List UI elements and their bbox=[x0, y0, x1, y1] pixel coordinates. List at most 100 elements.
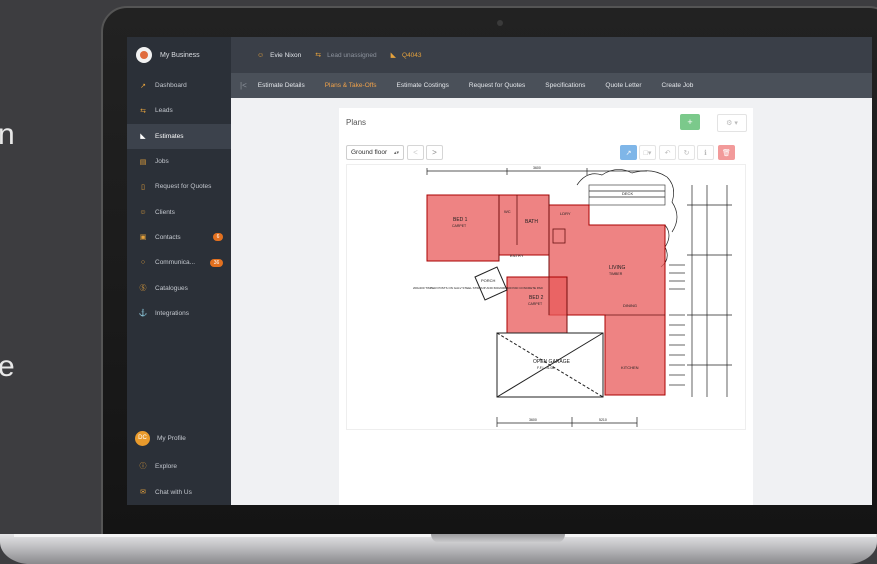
app-screen: My Business ↗ Dashboard ⇆ Leads ◣ Estima… bbox=[127, 37, 872, 505]
laptop-notch bbox=[431, 534, 565, 543]
add-plan-button[interactable]: + bbox=[680, 114, 700, 130]
plan-label-bed2: BED 2 bbox=[529, 295, 544, 301]
sidebar-item-estimates[interactable]: ◣ Estimates bbox=[127, 123, 231, 149]
sidebar-item-label: Estimates bbox=[155, 132, 184, 140]
tab-create-job[interactable]: Create Job bbox=[662, 82, 694, 89]
sidebar-item-label: Request for Quotes bbox=[155, 183, 212, 191]
sidebar-item-chat[interactable]: ✉ Chat with Us bbox=[127, 480, 231, 504]
sidebar-item-leads[interactable]: ⇆ Leads bbox=[127, 98, 231, 123]
plan-canvas[interactable]: BED 1 CARPET BATH WC LDRY ENTRY PORCH BE… bbox=[346, 164, 746, 430]
info-button[interactable]: ℹ bbox=[697, 145, 714, 160]
select-tool-button[interactable]: ↗ bbox=[620, 145, 637, 160]
lead-status-label: Lead unassigned bbox=[327, 51, 377, 59]
sidebar-item-integrations[interactable]: ⚓ Integrations bbox=[127, 301, 231, 326]
sidebar-item-jobs[interactable]: ▤ Jobs bbox=[127, 149, 231, 174]
arrows-icon: ⇆ bbox=[140, 107, 146, 115]
plan-label-bed1: BED 1 bbox=[453, 217, 468, 223]
plan-note: 200x200 TIMBER POSTS ON GALV STEEL STIRR… bbox=[413, 286, 544, 290]
plan-note-text: 200x200 TIMBER POSTS ON GALV STEEL STIRR… bbox=[413, 286, 544, 290]
brand[interactable]: My Business bbox=[127, 37, 231, 73]
communications-badge: 36 bbox=[210, 258, 223, 267]
estimate-code[interactable]: ◣ Q4043 bbox=[390, 51, 422, 60]
next-page-button[interactable]: > bbox=[426, 145, 443, 160]
lead-status[interactable]: ⇆ Lead unassigned bbox=[315, 51, 377, 60]
sidebar-item-explore[interactable]: ⓘ Explore bbox=[127, 454, 231, 478]
sidebar-item-dashboard[interactable]: ↗ Dashboard bbox=[127, 73, 231, 98]
sidebar-item-my-profile[interactable]: DC My Profile bbox=[127, 425, 231, 451]
plan-dim-top: 3600 bbox=[533, 166, 541, 170]
brand-logo bbox=[136, 47, 152, 63]
plan-label-wc: WC bbox=[504, 209, 511, 214]
client-link[interactable]: ☺ Evie Nixon bbox=[257, 52, 301, 59]
sidebar-item-clients[interactable]: ☺ Clients bbox=[127, 199, 231, 224]
delete-button[interactable]: 🗑 bbox=[718, 145, 735, 160]
dollar-circle-icon: Ⓢ bbox=[139, 285, 147, 293]
plan-label-bed2-carpet: CARPET bbox=[528, 302, 543, 306]
collapse-icon[interactable]: |< bbox=[240, 81, 247, 90]
sidebar-item-label: Chat with Us bbox=[155, 488, 192, 496]
address-book-icon: ▣ bbox=[139, 234, 147, 242]
camera-icon bbox=[497, 20, 503, 26]
ruler-icon: ◣ bbox=[390, 52, 397, 59]
shape-dropdown-icon: □▾ bbox=[643, 149, 652, 157]
sidebar-item-label: Jobs bbox=[155, 158, 169, 166]
sidebar-item-label: Dashboard bbox=[155, 82, 187, 90]
floor-plan[interactable]: BED 1 CARPET BATH WC LDRY ENTRY PORCH BE… bbox=[347, 165, 745, 429]
plan-label-bed1-carpet: CARPET bbox=[452, 224, 467, 228]
ruler-icon: ◣ bbox=[140, 133, 146, 141]
brand-name: My Business bbox=[160, 51, 200, 59]
plan-label-garage: OPEN GARAGE bbox=[533, 359, 571, 365]
sidebar-item-catalogues[interactable]: Ⓢ Catalogues bbox=[127, 275, 231, 300]
chat-bubble-icon: ○ bbox=[140, 259, 146, 267]
tab-specifications[interactable]: Specifications bbox=[545, 82, 585, 89]
redo-icon: ↻ bbox=[683, 149, 690, 157]
sidebar-item-contacts[interactable]: ▣ Contacts 6 bbox=[127, 225, 231, 250]
tab-plans-take-offs[interactable]: Plans & Take-Offs bbox=[325, 82, 377, 89]
chat-icon: ✉ bbox=[140, 489, 146, 496]
background-fragment: n bbox=[0, 118, 15, 151]
plug-icon: ⚓ bbox=[138, 310, 148, 318]
background-fragment: e bbox=[0, 350, 15, 383]
shape-tool-button[interactable]: □▾ bbox=[639, 145, 656, 160]
trash-icon: 🗑 bbox=[722, 149, 731, 157]
settings-dropdown[interactable]: ⚙ ▾ bbox=[717, 114, 747, 132]
plan-label-living: LIVING bbox=[609, 265, 626, 271]
info-circle-icon: ⓘ bbox=[139, 463, 147, 470]
sidebar-item-request-for-quotes[interactable]: ▯ Request for Quotes bbox=[127, 174, 231, 199]
sidebar-item-communications[interactable]: ○ Communica... 36 bbox=[127, 250, 231, 275]
plan-dim-bottom-1: 3600 bbox=[529, 418, 537, 422]
prev-page-button[interactable]: < bbox=[407, 145, 424, 160]
clipboard-icon: ▤ bbox=[139, 158, 147, 166]
plan-label-deck: DECK bbox=[622, 191, 633, 196]
sidebar: My Business ↗ Dashboard ⇆ Leads ◣ Estima… bbox=[127, 37, 231, 505]
floor-select-value: Ground floor bbox=[351, 149, 388, 156]
document-icon: ▯ bbox=[141, 183, 145, 191]
sidebar-item-label: Catalogues bbox=[155, 284, 188, 292]
undo-icon: ↶ bbox=[664, 149, 671, 157]
sidebar-item-label: Leads bbox=[155, 107, 173, 115]
sidebar-item-label: Clients bbox=[155, 208, 175, 216]
sidebar-item-label: Contacts bbox=[155, 233, 181, 241]
plans-panel: Plans + ⚙ ▾ Ground floor ▴▾ < > ↗ □▾ ↶ ↻… bbox=[339, 108, 753, 505]
estimate-code-label: Q4043 bbox=[402, 51, 422, 59]
pointer-icon: ↗ bbox=[625, 149, 632, 157]
tab-estimate-details[interactable]: Estimate Details bbox=[258, 82, 305, 89]
sidebar-nav: ↗ Dashboard ⇆ Leads ◣ Estimates ▤ Jobs ▯… bbox=[127, 73, 231, 326]
tab-estimate-costings[interactable]: Estimate Costings bbox=[397, 82, 449, 89]
plan-label-garage-ffl: F.F.L.=6.08 bbox=[537, 366, 554, 370]
top-bar: ☺ Evie Nixon ⇆ Lead unassigned ◣ Q4043 bbox=[231, 37, 872, 73]
tab-request-for-quotes[interactable]: Request for Quotes bbox=[469, 82, 525, 89]
person-icon: ☺ bbox=[257, 51, 265, 59]
client-name: Evie Nixon bbox=[270, 51, 302, 59]
plan-label-entry: ENTRY bbox=[510, 253, 524, 258]
arrows-icon: ⇆ bbox=[315, 52, 322, 59]
floor-select[interactable]: Ground floor ▴▾ bbox=[346, 145, 404, 160]
chevron-updown-icon: ▴▾ bbox=[393, 149, 399, 156]
tab-quote-letter[interactable]: Quote Letter bbox=[605, 82, 641, 89]
undo-button[interactable]: ↶ bbox=[659, 145, 676, 160]
contacts-badge: 6 bbox=[213, 233, 223, 242]
tab-bar: |< Estimate Details Plans & Take-Offs Es… bbox=[231, 73, 872, 98]
sidebar-item-label: Explore bbox=[155, 462, 178, 470]
plan-label-bath: BATH bbox=[525, 219, 538, 225]
redo-button[interactable]: ↻ bbox=[678, 145, 695, 160]
